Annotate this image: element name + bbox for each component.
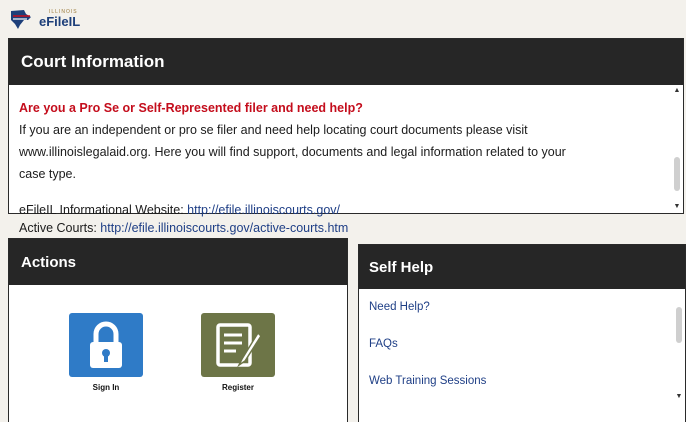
- register-button[interactable]: Register: [201, 313, 275, 392]
- active-courts-link[interactable]: http://efile.illinoiscourts.gov/active-c…: [100, 221, 348, 235]
- scroll-down-icon[interactable]: ▼: [675, 393, 683, 401]
- actions-panel: Actions Sign In Register: [8, 238, 348, 422]
- scroll-up-icon[interactable]: ▲: [673, 87, 681, 95]
- scroll-thumb[interactable]: [676, 307, 682, 343]
- self-help-scrollbar[interactable]: ▼: [675, 293, 683, 401]
- pro-se-text-line-2: www.illinoislegalaid.org. Here you will …: [19, 145, 566, 159]
- register-label: Register: [221, 383, 254, 392]
- sign-in-tile[interactable]: [69, 313, 143, 377]
- court-scrollbar[interactable]: ▲ ▼: [673, 87, 681, 211]
- informational-website-link[interactable]: http://efile.illinoiscourts.gov/: [187, 203, 340, 217]
- sign-in-button[interactable]: Sign In: [69, 313, 143, 392]
- register-tile[interactable]: [201, 313, 275, 377]
- self-help-panel: Self Help Need Help? FAQs Web Training S…: [358, 244, 686, 422]
- pro-se-heading: Are you a Pro Se or Self-Represented fil…: [19, 101, 363, 115]
- scroll-down-icon[interactable]: ▼: [673, 203, 681, 211]
- self-help-item-need-help[interactable]: Need Help?: [369, 289, 685, 326]
- illinois-state-icon: [11, 10, 31, 29]
- self-help-list: Need Help? FAQs Web Training Sessions: [359, 289, 685, 400]
- active-courts-row: Active Courts: http://efile.illinoiscour…: [19, 217, 663, 239]
- self-help-item-web-training-sessions[interactable]: Web Training Sessions: [369, 363, 685, 400]
- informational-website-label: eFileIL Informational Website:: [19, 203, 184, 217]
- actions-header: Actions: [9, 239, 347, 285]
- notepad-pencil-icon: [216, 323, 262, 368]
- court-information-body: Are you a Pro Se or Self-Represented fil…: [9, 85, 683, 239]
- self-help-item-faqs[interactable]: FAQs: [369, 326, 685, 363]
- pro-se-text-line-1: If you are an independent or pro se file…: [19, 123, 528, 137]
- efileil-logo[interactable]: ILLINOIS eFileIL: [8, 6, 80, 32]
- lock-icon: [90, 321, 122, 368]
- court-information-panel: Court Information Are you a Pro Se or Se…: [8, 38, 684, 235]
- court-information-header: Court Information: [9, 39, 683, 85]
- logo-name: eFileIL: [39, 14, 81, 29]
- active-courts-label: Active Courts:: [19, 221, 97, 235]
- sign-in-label: Sign In: [92, 383, 120, 392]
- self-help-header: Self Help: [359, 245, 685, 289]
- scroll-thumb[interactable]: [674, 157, 680, 191]
- pro-se-text-line-3: case type.: [19, 167, 76, 181]
